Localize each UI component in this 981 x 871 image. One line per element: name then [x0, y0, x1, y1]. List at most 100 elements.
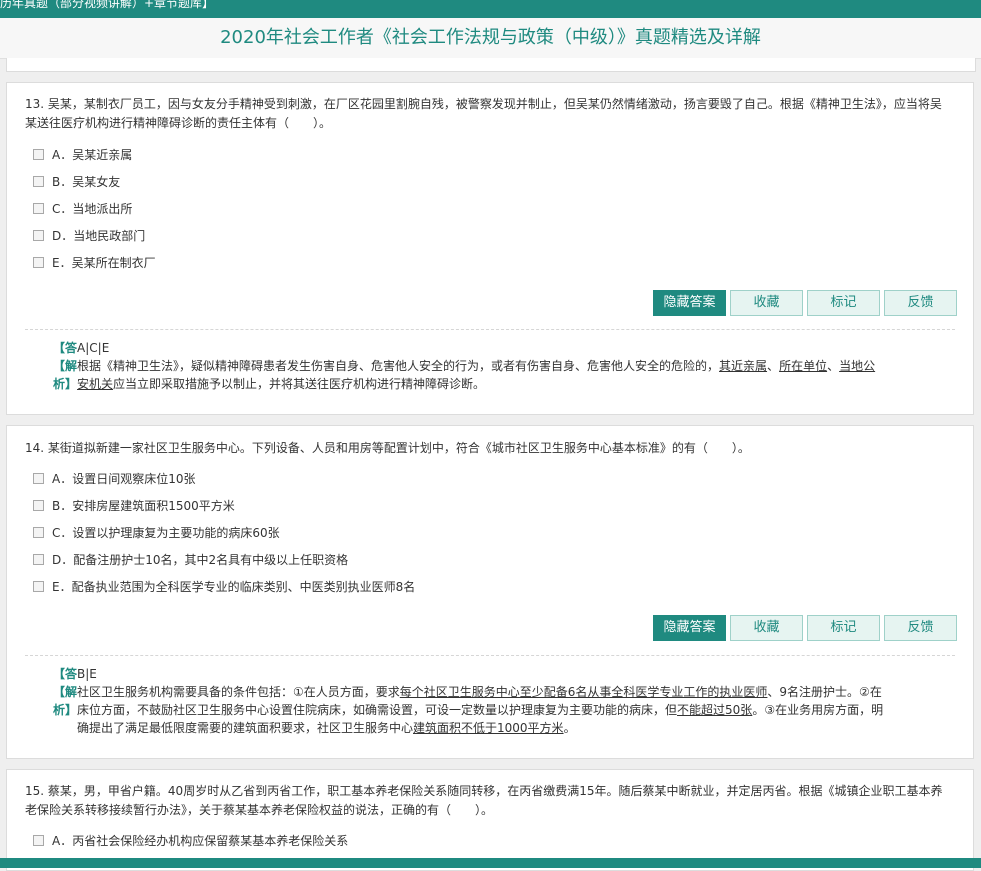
answer-block: 【答B|E 【解社区卫生服务机构需要具备的条件包括：①在人员方面，要求每个社区卫…	[25, 665, 953, 737]
answer-value: B|E	[77, 667, 97, 681]
question-stem: 13. 吴某，某制衣厂员工，因与女友分手精神受到刺激，在厂区花园里割腕自残，被警…	[25, 95, 951, 133]
favorite-button[interactable]: 收藏	[730, 615, 803, 641]
question-stem: 15. 蔡某，男，甲省户籍。40周岁时从乙省到丙省工作，职工基本养老保险关系随同…	[25, 782, 951, 820]
question-actions: 隐藏答案 收藏 标记 反馈	[649, 290, 957, 316]
option-key: B．	[52, 499, 73, 513]
option-e[interactable]: E．配备执业范围为全科医学专业的临床类别、中医类别执业医师8名	[33, 578, 415, 596]
option-a[interactable]: A．吴某近亲属	[33, 146, 132, 164]
question-number: 13.	[25, 97, 45, 111]
checkbox[interactable]	[33, 473, 44, 484]
explanation-label-2: 析】	[53, 377, 78, 391]
checkbox[interactable]	[33, 176, 44, 187]
option-key: E．	[52, 256, 72, 270]
option-text: 安排房屋建筑面积1500平方米	[72, 499, 235, 513]
explanation-underline: 当地公	[839, 359, 876, 373]
explanation-label: 【解	[53, 359, 78, 373]
option-text: 配备注册护士10名，其中2名具有中级以上任职资格	[73, 553, 349, 567]
option-text: 设置日间观察床位10张	[72, 472, 196, 486]
explanation-label-2: 析】	[53, 703, 78, 717]
explanation-label: 【解	[53, 685, 78, 699]
checkbox[interactable]	[33, 149, 44, 160]
checkbox[interactable]	[33, 203, 44, 214]
checkbox[interactable]	[33, 230, 44, 241]
option-e[interactable]: E．吴某所在制衣厂	[33, 254, 156, 272]
question-card-14: 14. 某街道拟新建一家社区卫生服务中心。下列设备、人员和用房等配置计划中，符合…	[6, 425, 974, 759]
option-a[interactable]: A．设置日间观察床位10张	[33, 470, 196, 488]
option-key: A．	[52, 834, 73, 848]
explanation-text: 应当立即采取措施予以制止，并将其送往医疗机构进行精神障碍诊断。	[113, 377, 486, 391]
bottom-bar	[0, 858, 981, 868]
answer-block: 【答A|C|E 【解根据《精神卫生法》，疑似精神障碍患者发生伤害自身、危害他人安…	[25, 339, 953, 393]
question-text: 某街道拟新建一家社区卫生服务中心。下列设备、人员和用房等配置计划中，符合《城市社…	[47, 441, 750, 455]
option-text: 配备执业范围为全科医学专业的临床类别、中医类别执业医师8名	[71, 580, 416, 594]
explanation-underline: 其近亲属	[719, 359, 768, 373]
checkbox[interactable]	[33, 500, 44, 511]
previous-question-card	[6, 58, 976, 72]
explanation-text: 、	[827, 359, 840, 373]
hide-answer-button[interactable]: 隐藏答案	[653, 290, 726, 316]
option-d[interactable]: D．配备注册护士10名，其中2名具有中级以上任职资格	[33, 551, 348, 569]
mark-button[interactable]: 标记	[807, 615, 880, 641]
option-key: D．	[52, 229, 74, 243]
checkbox[interactable]	[33, 581, 44, 592]
question-number: 14.	[25, 441, 45, 455]
question-text: 吴某，某制衣厂员工，因与女友分手精神受到刺激，在厂区花园里割腕自残，被警察发现并…	[25, 97, 942, 130]
explanation-text: 床位方面，不鼓励社区卫生服务中心设置住院病床，如确需设置，可设一定数量以护理康复…	[77, 703, 678, 717]
mark-button[interactable]: 标记	[807, 290, 880, 316]
option-text: 吴某近亲属	[72, 148, 133, 162]
explanation-text: 、	[767, 359, 780, 373]
question-number: 15.	[25, 784, 45, 798]
option-c[interactable]: C．当地派出所	[33, 200, 132, 218]
checkbox[interactable]	[33, 527, 44, 538]
explanation-underline: 不能超过50张	[677, 703, 753, 717]
explanation-underline: 所在单位	[779, 359, 828, 373]
option-key: D．	[52, 553, 74, 567]
hide-answer-button[interactable]: 隐藏答案	[653, 615, 726, 641]
checkbox[interactable]	[33, 554, 44, 565]
option-a[interactable]: A．丙省社会保险经办机构应保留蔡某基本养老保险关系	[33, 832, 348, 850]
divider	[25, 655, 955, 656]
question-stem: 14. 某街道拟新建一家社区卫生服务中心。下列设备、人员和用房等配置计划中，符合…	[25, 439, 951, 458]
explanation-text: 。	[563, 721, 576, 735]
explanation-text: 。③在业务用房方面，明	[752, 703, 884, 717]
top-banner: 历年真题（部分视频讲解）+章节题库】	[0, 0, 981, 18]
answer-line: 【答B|E	[53, 665, 981, 683]
explanation: 【解根据《精神卫生法》，疑似精神障碍患者发生伤害自身、危害他人安全的行为，或者有…	[53, 357, 953, 393]
option-c[interactable]: C．设置以护理康复为主要功能的病床60张	[33, 524, 280, 542]
option-key: C．	[52, 202, 73, 216]
explanation-underline: 安机关	[77, 377, 114, 391]
explanation-text: 社区卫生服务机构需要具备的条件包括：①在人员方面，要求	[77, 685, 400, 699]
feedback-button[interactable]: 反馈	[884, 615, 957, 641]
explanation-text: 根据《精神卫生法》，疑似精神障碍患者发生伤害自身、危害他人安全的行为，或者有伤害…	[77, 359, 720, 373]
feedback-button[interactable]: 反馈	[884, 290, 957, 316]
option-key: A．	[52, 472, 73, 486]
answer-label: 【答	[53, 341, 78, 355]
question-text: 蔡某，男，甲省户籍。40周岁时从乙省到丙省工作，职工基本养老保险关系随同转移，在…	[25, 784, 943, 817]
option-d[interactable]: D．当地民政部门	[33, 227, 145, 245]
question-card-15: 15. 蔡某，男，甲省户籍。40周岁时从乙省到丙省工作，职工基本养老保险关系随同…	[6, 769, 974, 871]
option-key: C．	[52, 526, 73, 540]
option-b[interactable]: B．安排房屋建筑面积1500平方米	[33, 497, 235, 515]
answer-line: 【答A|C|E	[53, 339, 981, 357]
explanation-underline: 每个社区卫生服务中心至少配备6名从事全科医学专业工作的执业医师	[399, 685, 768, 699]
banner-text: 历年真题（部分视频讲解）+章节题库】	[0, 0, 215, 10]
option-text: 设置以护理康复为主要功能的病床60张	[72, 526, 280, 540]
checkbox[interactable]	[33, 257, 44, 268]
option-text: 吴某所在制衣厂	[71, 256, 156, 270]
page-title: 2020年社会工作者《社会工作法规与政策（中级）》真题精选及详解	[220, 27, 761, 48]
option-text: 吴某女友	[72, 175, 121, 189]
page-header: 2020年社会工作者《社会工作法规与政策（中级）》真题精选及详解	[0, 18, 981, 59]
checkbox[interactable]	[33, 835, 44, 846]
question-card-13: 13. 吴某，某制衣厂员工，因与女友分手精神受到刺激，在厂区花园里割腕自残，被警…	[6, 82, 974, 415]
explanation-underline: 建筑面积不低于1000平方米	[413, 721, 564, 735]
option-text: 当地派出所	[72, 202, 133, 216]
option-key: B．	[52, 175, 73, 189]
explanation: 【解社区卫生服务机构需要具备的条件包括：①在人员方面，要求每个社区卫生服务中心至…	[53, 683, 958, 737]
option-text: 丙省社会保险经办机构应保留蔡某基本养老保险关系	[72, 834, 349, 848]
option-b[interactable]: B．吴某女友	[33, 173, 120, 191]
explanation-text: 、9名注册护士。②在	[767, 685, 882, 699]
answer-label: 【答	[53, 667, 78, 681]
answer-value: A|C|E	[77, 341, 110, 355]
favorite-button[interactable]: 收藏	[730, 290, 803, 316]
question-actions: 隐藏答案 收藏 标记 反馈	[649, 615, 957, 641]
